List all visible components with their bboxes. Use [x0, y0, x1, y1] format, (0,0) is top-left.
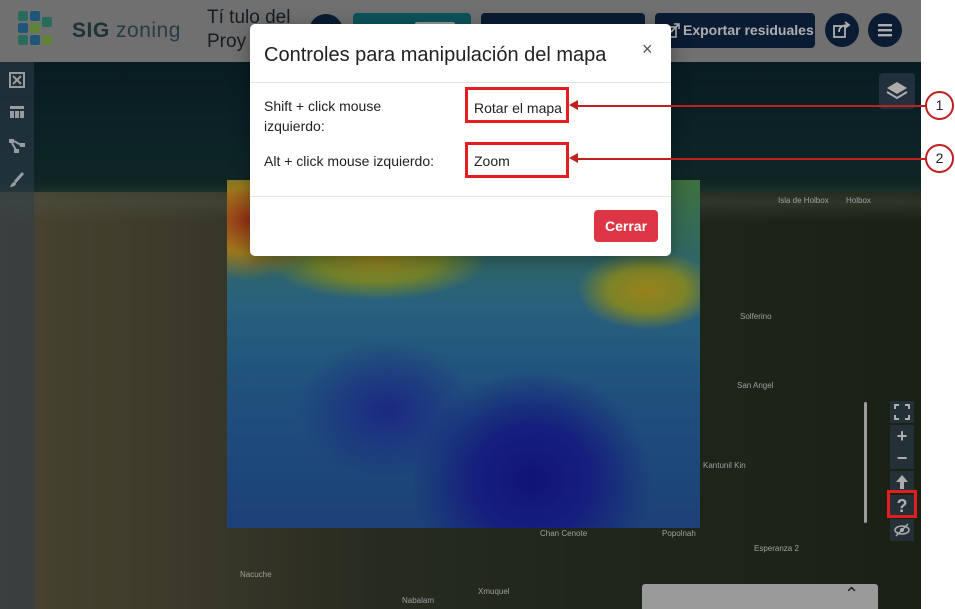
highlight-box — [887, 490, 917, 518]
app: Isla de Holbox Holbox Solferino San Ange… — [0, 0, 921, 609]
modal-close-icon[interactable]: × — [642, 39, 653, 60]
control-label-zoom: Alt + click mouse izquierdo: — [264, 153, 435, 169]
modal-title: Controles para manipulación del mapa — [264, 44, 607, 66]
map-controls-modal: Controles para manipulación del mapa × S… — [250, 24, 671, 256]
arrow-icon — [569, 100, 578, 110]
callout-line — [578, 158, 927, 160]
control-label-rotate: Shift + click mouse izquierdo: — [264, 98, 382, 134]
close-button[interactable]: Cerrar — [594, 210, 658, 242]
callout-line — [578, 105, 927, 107]
highlight-box — [465, 142, 569, 178]
highlight-box — [465, 87, 569, 123]
modal-divider — [250, 196, 671, 197]
arrow-icon — [569, 153, 578, 163]
callout-marker: 1 — [925, 91, 954, 120]
callout-marker: 2 — [925, 144, 954, 173]
modal-divider — [250, 82, 671, 83]
